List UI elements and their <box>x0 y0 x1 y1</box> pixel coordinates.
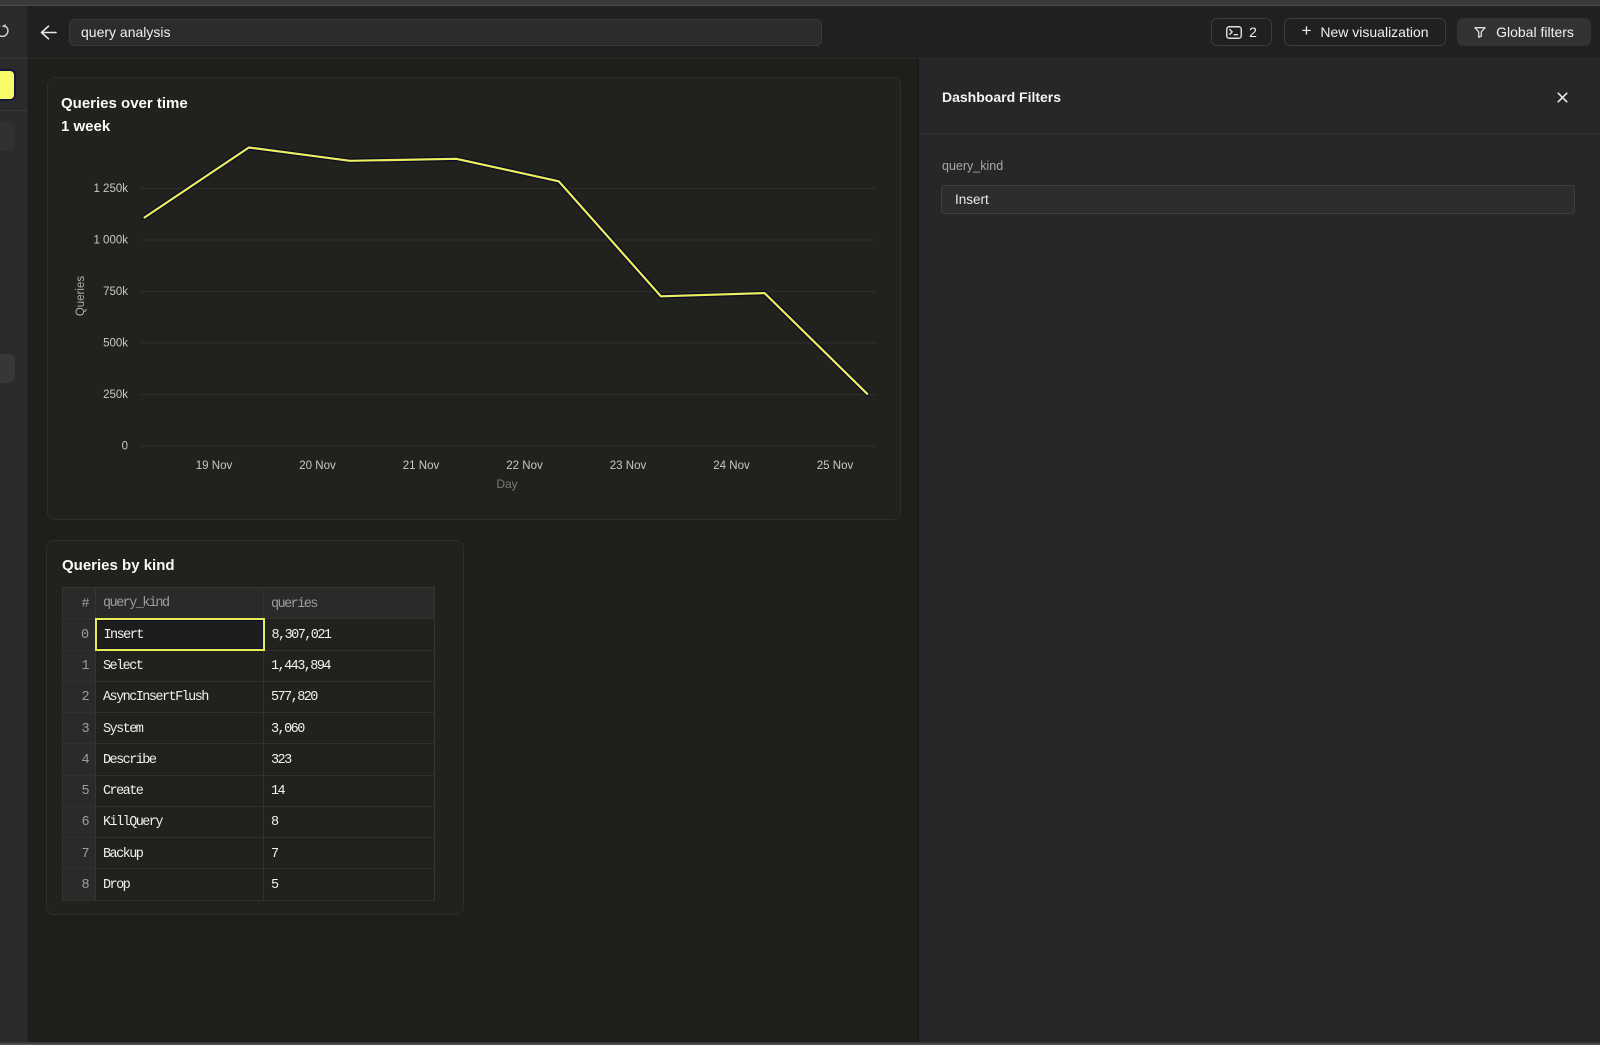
svg-text:500k: 500k <box>103 338 128 350</box>
svg-text:25 Nov: 25 Nov <box>817 460 854 472</box>
svg-text:250k: 250k <box>103 389 128 401</box>
svg-text:1 000k: 1 000k <box>93 235 128 247</box>
svg-text:Queries: Queries <box>75 276 87 317</box>
svg-text:Day: Day <box>496 477 517 491</box>
svg-text:22 Nov: 22 Nov <box>506 460 543 472</box>
svg-text:23 Nov: 23 Nov <box>610 460 647 472</box>
svg-text:0: 0 <box>122 441 128 453</box>
svg-text:19 Nov: 19 Nov <box>196 460 233 472</box>
svg-text:21 Nov: 21 Nov <box>403 460 440 472</box>
svg-text:750k: 750k <box>103 286 128 298</box>
svg-text:20 Nov: 20 Nov <box>299 460 336 472</box>
svg-text:24 Nov: 24 Nov <box>713 460 750 472</box>
svg-text:1 250k: 1 250k <box>93 183 128 195</box>
